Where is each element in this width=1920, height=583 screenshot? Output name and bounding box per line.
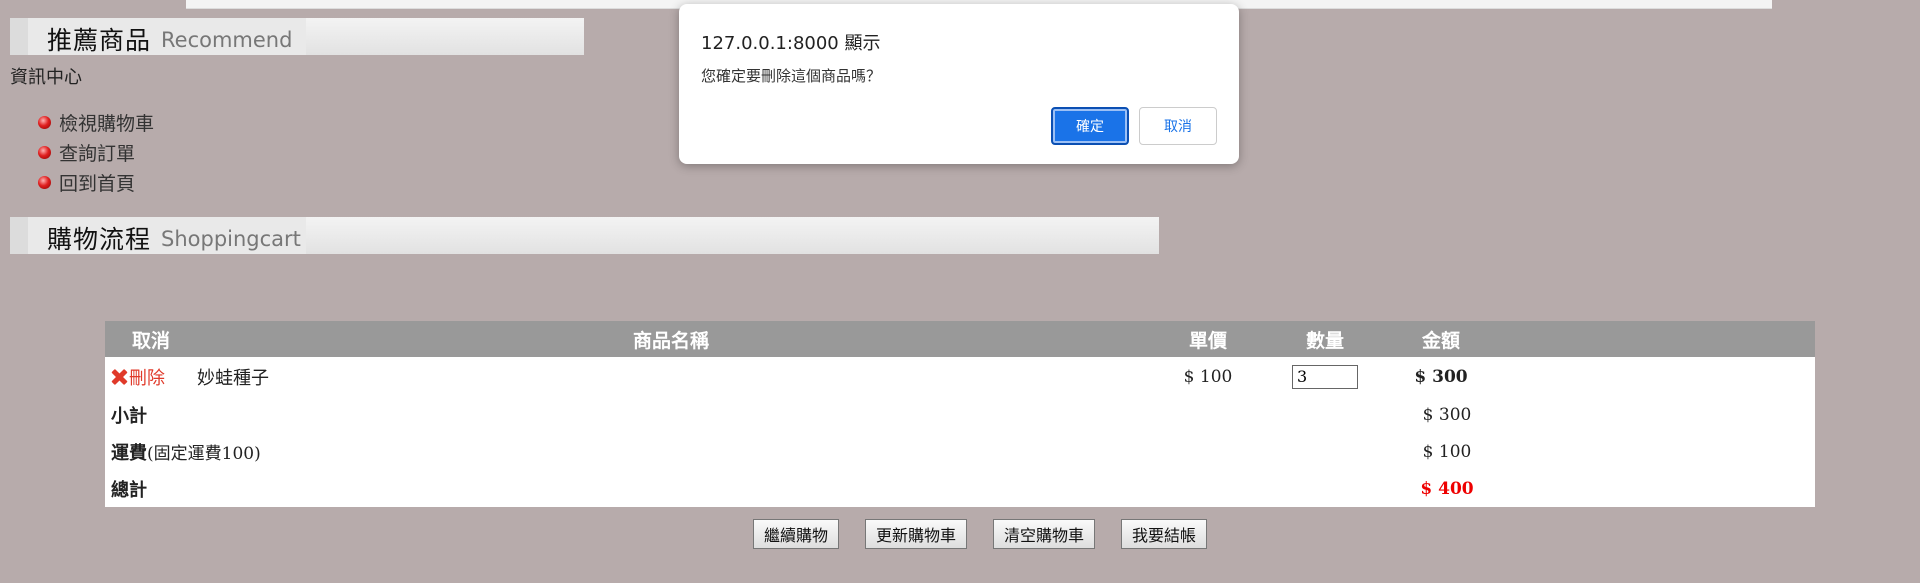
header-title-box: 購物流程 Shoppingcart [28, 217, 306, 254]
subtotal-row: 小計 $ 300 [105, 396, 1815, 433]
col-amount-header: 金額 [1421, 329, 1460, 352]
header-title-box: 推薦商品 Recommend [28, 18, 306, 55]
item-name-cell: 妙蛙種子 [197, 364, 1145, 390]
total-value: $ 400 [1420, 478, 1474, 499]
confirm-dialog: 127.0.0.1:8000 顯示 您確定要刪除這個商品嗎？ 確定 取消 [679, 4, 1239, 164]
menu-item-label: 回到首頁 [59, 172, 136, 195]
header-accent-block [10, 18, 28, 55]
confirm-cancel-button[interactable]: 取消 [1139, 107, 1217, 145]
col-cancel-header: 取消 [131, 329, 170, 352]
close-icon [111, 369, 127, 385]
shipping-row: 運費(固定運費100) $ 100 [105, 433, 1815, 470]
total-row: 總計 $ 400 [105, 470, 1815, 507]
dialog-message: 您確定要刪除這個商品嗎？ [701, 67, 882, 85]
menu-item-label: 查詢訂單 [59, 142, 136, 165]
item-amount: $ 300 [1414, 366, 1468, 387]
subtotal-value: $ 300 [1422, 404, 1472, 425]
info-center-title: 資訊中心 [10, 67, 82, 88]
item-price: $ 100 [1183, 366, 1233, 387]
update-cart-button[interactable]: 更新購物車 [864, 519, 967, 549]
table-row: 刪除 妙蛙種子 $ 100 $ 300 [105, 357, 1815, 396]
subtotal-label: 小計 [111, 405, 147, 427]
clear-cart-button[interactable]: 清空購物車 [993, 519, 1096, 549]
header-accent-block [10, 217, 28, 254]
menu-item-home[interactable]: 回到首頁 [38, 167, 154, 197]
checkout-button[interactable]: 我要結帳 [1121, 519, 1208, 549]
item-name: 妙蛙種子 [197, 367, 269, 389]
qty-cell [1271, 364, 1379, 389]
recommend-title-zh: 推薦商品 [47, 26, 152, 55]
shipping-note: (固定運費100) [147, 443, 261, 464]
menu-item-query-order[interactable]: 查詢訂單 [38, 137, 154, 167]
red-bullet-icon [38, 175, 51, 189]
shopping-title-en: Shoppingcart [161, 227, 301, 251]
delete-item-link[interactable]: 刪除 [105, 364, 197, 390]
menu-item-view-cart[interactable]: 檢視購物車 [38, 107, 154, 137]
shoppingcart-header: 購物流程 Shoppingcart [10, 217, 1159, 254]
total-label: 總計 [111, 479, 147, 501]
shipping-label: 運費 [111, 442, 147, 464]
menu-item-label: 檢視購物車 [59, 112, 155, 135]
cart-actions: 繼續購物 更新購物車 清空購物車 我要結帳 [0, 519, 1920, 549]
continue-shopping-button[interactable]: 繼續購物 [752, 519, 839, 549]
delete-label: 刪除 [129, 367, 165, 389]
confirm-ok-button[interactable]: 確定 [1051, 107, 1129, 145]
info-center-menu: 檢視購物車 查詢訂單 回到首頁 [38, 107, 154, 197]
red-bullet-icon [38, 145, 51, 159]
dialog-title: 127.0.0.1:8000 顯示 [701, 33, 881, 54]
quantity-input[interactable] [1292, 364, 1358, 389]
red-bullet-icon [38, 115, 51, 129]
shopping-title-zh: 購物流程 [47, 225, 152, 254]
recommend-header: 推薦商品 Recommend [10, 18, 584, 55]
cart-table: 取消 商品名稱 單價 數量 金額 刪除 妙蛙種子 $ 100 $ 300 小計 … [105, 321, 1815, 507]
col-qty-header: 數量 [1305, 329, 1344, 352]
shipping-value: $ 100 [1422, 441, 1472, 462]
cancel-cell: 刪除 [105, 364, 197, 390]
col-name-header: 商品名稱 [632, 329, 709, 352]
shipping-label-cell: 運費(固定運費100) [105, 439, 1277, 465]
recommend-title-en: Recommend [161, 28, 293, 52]
cart-table-header: 取消 商品名稱 單價 數量 金額 [105, 321, 1815, 357]
col-price-header: 單價 [1188, 329, 1227, 352]
